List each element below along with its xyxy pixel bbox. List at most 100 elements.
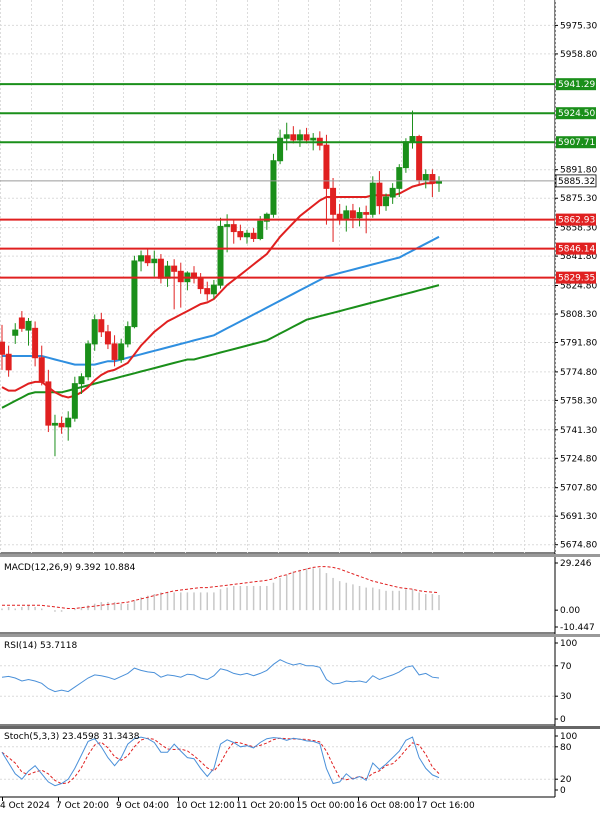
- bullish-candle: [409, 136, 416, 143]
- bearish-candle: [330, 187, 337, 215]
- bearish-candle: [230, 224, 237, 233]
- bearish-candle: [18, 317, 25, 329]
- bearish-candle: [349, 210, 356, 219]
- bearish-candle: [204, 288, 211, 295]
- bearish-candle: [171, 265, 178, 272]
- bearish-candle: [429, 174, 436, 184]
- bullish-candle: [224, 224, 231, 227]
- bullish-candle: [151, 258, 158, 264]
- bearish-candle: [144, 255, 151, 264]
- rsi-y-tick-label: 0: [560, 715, 566, 725]
- y-tick-label: 5707.80: [560, 484, 597, 494]
- bullish-candle: [118, 343, 125, 360]
- x-tick-label: 7 Oct 20:00: [56, 801, 109, 811]
- bearish-candle: [290, 134, 297, 141]
- bearish-candle: [111, 343, 118, 360]
- bullish-candle: [310, 137, 317, 141]
- bullish-candle: [436, 180, 442, 184]
- price-level-label: 5862.93: [558, 216, 595, 226]
- bullish-candle: [12, 329, 19, 336]
- x-tick-label: 9 Oct 04:00: [116, 801, 169, 811]
- y-tick-label: 5891.80: [560, 166, 597, 176]
- rsi-y-tick-label: 100: [560, 639, 577, 649]
- y-tick-label: 5724.80: [560, 454, 597, 464]
- time-axis: 4 Oct 2024 7 Oct 20:00 9 Oct 04:00 10 Oct 1…: [0, 797, 475, 811]
- rsi-y-tick-label: 30: [560, 692, 572, 702]
- bearish-candle: [58, 422, 65, 428]
- price-level-label: 5941.29: [558, 80, 595, 90]
- bullish-candle: [51, 422, 58, 426]
- x-tick-label: 11 Oct 20:00: [236, 801, 295, 811]
- bullish-candle: [270, 160, 277, 215]
- bearish-candle: [250, 232, 257, 239]
- main-panel-y-axis: 5975.305958.805891.805875.305858.305841.…: [555, 21, 597, 551]
- stoch-y-tick-label: 100: [560, 732, 577, 742]
- y-tick-label: 5875.30: [560, 194, 597, 204]
- last-price-marker: 5885.32: [0, 174, 597, 188]
- bullish-candle: [71, 383, 78, 419]
- rsi-panel: 100 70 30 0: [0, 639, 577, 725]
- bullish-candle: [65, 417, 72, 428]
- price-level-label: 5829.35: [558, 274, 595, 284]
- macd-y-tick-label: -10.447: [560, 623, 595, 633]
- y-tick-label: 5808.30: [560, 310, 597, 320]
- macd-y-tick-label: 0.00: [560, 606, 580, 616]
- price-level-label: 5846.14: [558, 245, 595, 255]
- x-tick-label: 17 Oct 16:00: [416, 801, 475, 811]
- y-tick-label: 5758.30: [560, 396, 597, 406]
- x-tick-label: 15 Oct 00:00: [296, 801, 355, 811]
- bullish-candle: [243, 232, 250, 238]
- bearish-candle: [323, 144, 330, 189]
- bullish-candle: [210, 284, 217, 295]
- bullish-candle: [356, 212, 363, 219]
- stoch-y-tick-label: 20: [560, 775, 572, 785]
- bearish-candle: [177, 270, 184, 283]
- bullish-candle: [164, 265, 171, 279]
- bullish-candle: [369, 182, 376, 215]
- rsi-line: [1, 659, 440, 693]
- bullish-candle: [422, 174, 429, 181]
- bullish-candle: [91, 319, 98, 345]
- bullish-candle: [402, 141, 409, 169]
- x-tick-label: 16 Oct 08:00: [356, 801, 415, 811]
- bullish-candle: [124, 326, 131, 345]
- panel-separator: [0, 554, 600, 557]
- bullish-candle: [383, 196, 390, 207]
- bullish-candle: [25, 320, 32, 331]
- bullish-candle: [85, 343, 92, 378]
- y-tick-label: 5674.80: [560, 541, 597, 551]
- bullish-candle: [257, 220, 264, 239]
- bullish-candle: [131, 260, 138, 328]
- bullish-candle: [283, 134, 290, 139]
- bearish-candle: [363, 212, 370, 215]
- stoch-title: Stoch(5,3,3) 23.4598 31.3438: [4, 732, 140, 742]
- bearish-candle: [303, 134, 310, 141]
- candlestick-series: [0, 110, 442, 457]
- bearish-candle: [376, 182, 383, 207]
- bullish-candle: [343, 210, 350, 220]
- bullish-candle: [389, 187, 396, 198]
- bearish-candle: [0, 341, 5, 355]
- moving-average-lines: [1, 180, 440, 409]
- price-chart: 5975.305958.805891.805875.305858.305841.…: [0, 0, 600, 811]
- bearish-candle: [104, 331, 111, 345]
- panel-separator: [0, 634, 600, 637]
- y-tick-label: 5975.30: [560, 21, 597, 31]
- x-tick-label: 4 Oct 2024: [0, 801, 50, 811]
- bullish-candle: [217, 225, 224, 286]
- rsi-y-tick-label: 70: [560, 662, 572, 672]
- bearish-candle: [45, 381, 52, 426]
- stoch-k-line: [1, 736, 440, 787]
- rsi-title: RSI(14) 53.7118: [4, 641, 77, 651]
- macd-title: MACD(12,26,9) 9.392 10.884: [4, 563, 136, 573]
- y-tick-label: 5958.80: [560, 50, 597, 60]
- stoch-y-tick-label: 80: [560, 743, 572, 753]
- y-tick-label: 5741.30: [560, 426, 597, 436]
- price-level-label: 5907.71: [558, 138, 595, 148]
- bearish-candle: [157, 258, 164, 279]
- last-price-label: 5885.32: [558, 177, 595, 187]
- bullish-candle: [138, 255, 145, 262]
- bullish-candle: [296, 134, 303, 141]
- panel-separator: [0, 726, 600, 729]
- price-level-label: 5924.50: [558, 109, 595, 119]
